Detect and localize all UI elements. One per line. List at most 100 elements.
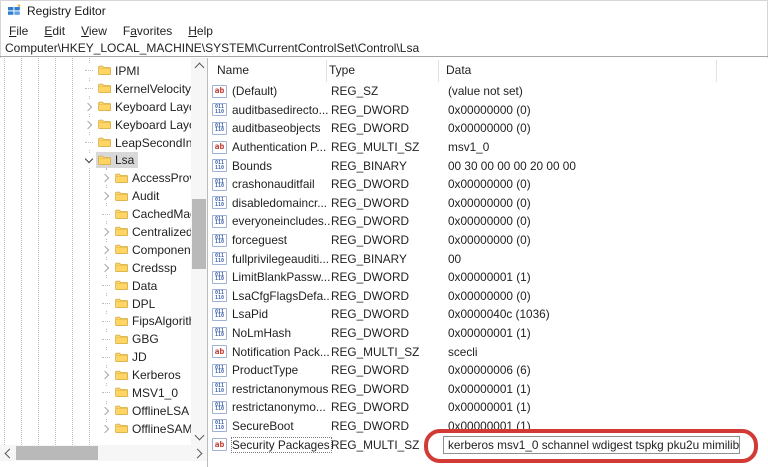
registry-value-row[interactable]: LsaCfgFlagsDefa... REG_DWORD 0x00000000 … (208, 287, 768, 306)
tree-item[interactable]: AccessProvi (0, 169, 191, 187)
dword-value-icon (212, 419, 227, 432)
scrollbar-thumb[interactable] (16, 446, 98, 460)
dotted-connector[interactable] (102, 214, 110, 215)
menu-item-file[interactable]: File (1, 23, 36, 39)
tree-item[interactable]: MSV1_0 (0, 384, 191, 402)
chevron-right-icon[interactable] (101, 407, 109, 415)
menu-item-help[interactable]: Help (180, 23, 221, 39)
registry-value-row[interactable]: NoLmHash REG_DWORD 0x00000001 (1) (208, 324, 768, 343)
tree-item[interactable]: Keyboard Layo (0, 98, 191, 116)
folder-icon (115, 334, 128, 345)
column-divider[interactable] (326, 60, 327, 82)
tree-item[interactable]: KernelVelocity (0, 80, 191, 98)
value-data-text: 0x00000000 (0) (448, 214, 531, 228)
menu-item-view[interactable]: View (73, 23, 115, 39)
scrollbar-thumb[interactable] (192, 199, 206, 269)
registry-value-row[interactable]: crashonauditfail REG_DWORD 0x00000000 (0… (208, 175, 768, 194)
tree-item[interactable]: Kerberos (0, 366, 191, 384)
menu-item-favorites[interactable]: Favorites (115, 23, 180, 39)
dotted-connector[interactable] (85, 88, 93, 89)
chevron-right-icon[interactable] (101, 174, 109, 182)
dotted-connector[interactable] (102, 339, 110, 340)
dotted-connector[interactable] (102, 392, 110, 393)
scroll-down-button[interactable] (191, 429, 207, 445)
registry-editor-window: Registry Editor File Edit View Favorites… (0, 0, 768, 467)
chevron-right-icon[interactable] (101, 263, 109, 271)
dotted-connector[interactable] (85, 142, 93, 143)
address-bar[interactable]: Computer\HKEY_LOCAL_MACHINE\SYSTEM\Curre… (0, 40, 768, 56)
value-data: 0x00000001 (1) (448, 400, 768, 414)
column-header-type[interactable]: Type (329, 63, 355, 77)
tree-item[interactable]: CachedMacl (0, 205, 191, 223)
column-divider[interactable] (716, 60, 717, 82)
string-value-icon (212, 141, 227, 154)
chevron-down-icon[interactable] (85, 155, 93, 163)
value-type: REG_DWORD (331, 196, 448, 210)
tree-item[interactable]: OfflineSAM (0, 420, 191, 438)
tree-item[interactable]: Credssp (0, 259, 191, 277)
chevron-right-icon[interactable] (101, 371, 109, 379)
registry-value-row[interactable]: forceguest REG_DWORD 0x00000000 (0) (208, 231, 768, 250)
registry-value-row[interactable]: Bounds REG_BINARY 00 30 00 00 00 20 00 0… (208, 156, 768, 175)
value-data-text: 0x00000001 (1) (448, 326, 531, 340)
dotted-connector[interactable] (102, 285, 110, 286)
chevron-down-icon (194, 431, 204, 441)
value-name: Bounds (232, 159, 331, 173)
registry-value-row[interactable]: auditbaseobjects REG_DWORD 0x00000000 (0… (208, 119, 768, 138)
column-header-data[interactable]: Data (446, 63, 471, 77)
chevron-right-icon[interactable] (84, 120, 92, 128)
dotted-connector[interactable] (85, 70, 93, 71)
value-name: SecureBoot (232, 419, 331, 433)
scroll-left-button[interactable] (0, 445, 16, 461)
registry-value-row[interactable]: fullprivilegeauditi... REG_BINARY 00 (208, 249, 768, 268)
value-name: auditbasedirecto... (232, 103, 331, 117)
registry-value-row[interactable]: SecureBoot REG_DWORD 0x00000001 (1) (208, 417, 768, 436)
chevron-right-icon[interactable] (101, 425, 109, 433)
tree-item[interactable]: FipsAlgorith (0, 312, 191, 330)
registry-value-row[interactable]: restrictanonymo... REG_DWORD 0x00000001 … (208, 398, 768, 417)
column-header-name[interactable]: Name (217, 63, 249, 77)
tree-item[interactable]: Component (0, 241, 191, 259)
tree-item[interactable]: OfflineLSA (0, 402, 191, 420)
tree-item[interactable]: DPL (0, 295, 191, 313)
chevron-right-icon[interactable] (101, 192, 109, 200)
folder-icon (115, 226, 128, 237)
column-divider[interactable] (438, 60, 439, 82)
chevron-right-icon[interactable] (101, 246, 109, 254)
registry-value-row[interactable]: everyoneincludes... REG_DWORD 0x00000000… (208, 212, 768, 231)
chevron-right-icon (193, 448, 203, 458)
registry-value-row[interactable]: auditbasedirecto... REG_DWORD 0x00000000… (208, 101, 768, 120)
menu-item-edit[interactable]: Edit (36, 23, 73, 39)
value-name: LimitBlankPassw... (232, 270, 331, 284)
registry-value-row[interactable]: ProductType REG_DWORD 0x00000006 (6) (208, 361, 768, 380)
tree-horizontal-scrollbar[interactable] (0, 445, 207, 461)
tree-item[interactable]: Keyboard Layo (0, 116, 191, 134)
dotted-connector[interactable] (102, 357, 110, 358)
tree-item[interactable]: Audit (0, 187, 191, 205)
tree-item[interactable]: GBG (0, 330, 191, 348)
tree-vertical-scrollbar[interactable] (191, 58, 207, 445)
tree-item[interactable]: CentralizedA (0, 223, 191, 241)
registry-value-row[interactable]: Authentication P... REG_MULTI_SZ msv1_0 (208, 138, 768, 157)
tree-item[interactable]: Lsa (0, 151, 191, 169)
dotted-connector[interactable] (102, 321, 110, 322)
registry-value-row[interactable]: LsaPid REG_DWORD 0x0000040c (1036) (208, 305, 768, 324)
value-data: msv1_0 (448, 140, 768, 154)
value-data-text: 0x00000001 (1) (448, 419, 531, 433)
scroll-right-button[interactable] (191, 445, 207, 461)
registry-value-row[interactable]: Notification Pack... REG_MULTI_SZ scecli (208, 342, 768, 361)
registry-value-row[interactable]: LimitBlankPassw... REG_DWORD 0x00000001 … (208, 268, 768, 287)
chevron-right-icon[interactable] (101, 228, 109, 236)
scroll-up-button[interactable] (191, 58, 207, 74)
registry-value-row[interactable]: Security Packages REG_MULTI_SZ kerberos … (208, 435, 768, 454)
tree-item[interactable]: Data (0, 277, 191, 295)
chevron-right-icon[interactable] (84, 102, 92, 110)
value-name: Notification Pack... (232, 345, 331, 359)
tree-item[interactable]: IPMI (0, 62, 191, 80)
registry-value-row[interactable]: disabledomaincr... REG_DWORD 0x00000000 … (208, 194, 768, 213)
dotted-connector[interactable] (102, 303, 110, 304)
tree-item[interactable]: LeapSecondInf (0, 134, 191, 152)
registry-value-row[interactable]: restrictanonymous REG_DWORD 0x00000001 (… (208, 380, 768, 399)
registry-value-row[interactable]: (Default) REG_SZ (value not set) (208, 82, 768, 101)
tree-item[interactable]: JD (0, 348, 191, 366)
